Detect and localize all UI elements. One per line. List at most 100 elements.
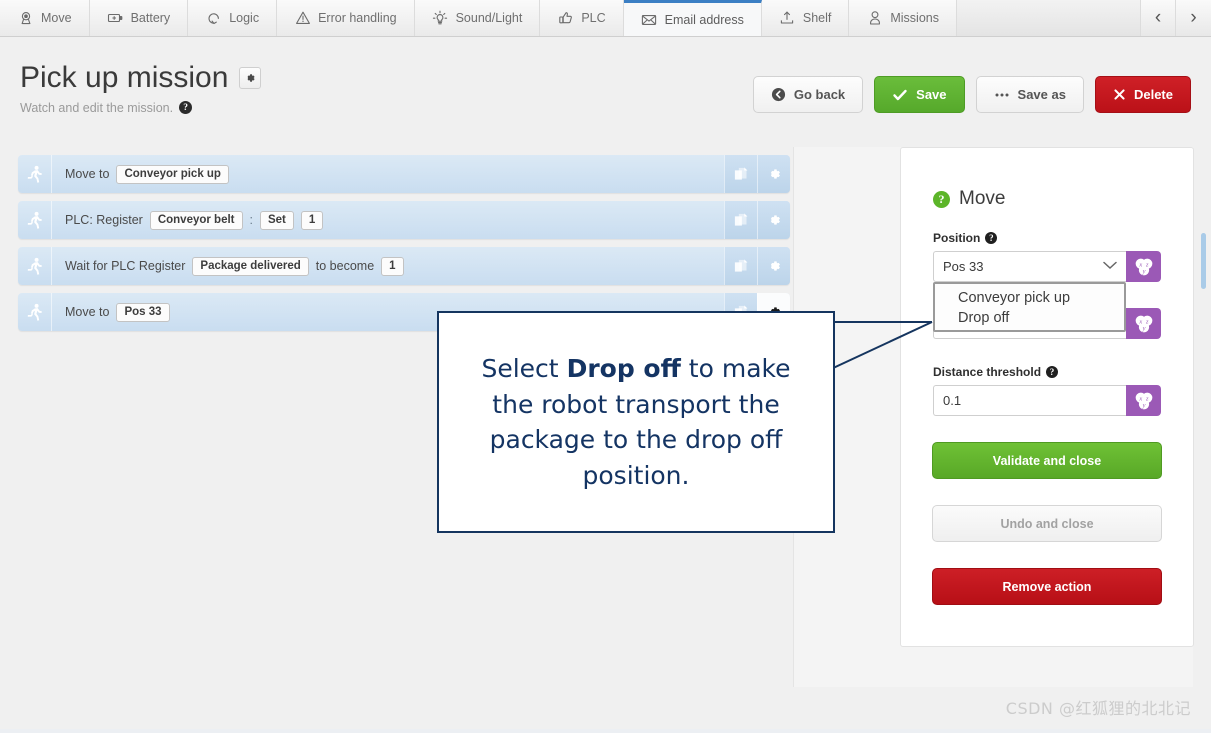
page-title-text: Pick up mission	[20, 61, 229, 94]
distance-threshold-value: 0.1	[943, 393, 962, 408]
validate-and-close-button[interactable]: Validate and close	[932, 442, 1162, 479]
action-text: PLC: Register	[65, 213, 143, 227]
delete-button[interactable]: Delete	[1094, 76, 1191, 113]
tab-label: Email address	[664, 12, 744, 27]
svg-text:z: z	[1144, 318, 1148, 325]
svg-text:y: y	[1141, 401, 1145, 408]
remove-action-button[interactable]: Remove action	[932, 568, 1162, 605]
tab-label: Missions	[890, 11, 939, 25]
tab-label: Shelf	[802, 11, 832, 25]
tab-label: Error handling	[318, 11, 397, 25]
callout-text-bold: Drop off	[566, 354, 681, 383]
action-text: Move to	[65, 305, 110, 319]
duplicate-icon[interactable]	[724, 155, 757, 193]
tabs-next-button[interactable]: ›	[1176, 0, 1211, 36]
action-chip[interactable]: Package delivered	[192, 256, 309, 276]
action-description: Move to Conveyor pick up	[52, 155, 724, 193]
tab-battery[interactable]: Battery	[89, 0, 189, 36]
position-variable-button[interactable]: x z y	[1126, 251, 1161, 282]
tab-sound-light[interactable]: Sound/Light	[414, 0, 541, 36]
action-chip[interactable]: Pos 33	[116, 302, 170, 322]
action-text: Move to	[65, 167, 110, 181]
tab-plc[interactable]: PLC	[540, 0, 624, 36]
distance-threshold-input[interactable]: 0.1	[933, 385, 1126, 416]
svg-text:y: y	[1141, 324, 1145, 331]
position-dropdown-list[interactable]: Conveyor pick up Drop off	[933, 282, 1126, 333]
save-label: Save	[916, 87, 947, 102]
action-separator: :	[249, 213, 253, 227]
callout-text: Select Drop off to make the robot transp…	[465, 351, 807, 493]
panel-title: ? Move	[933, 188, 1193, 210]
field-distance-threshold: Distance threshold ? 0.1 x z y	[933, 365, 1161, 416]
distance-threshold-variable-button[interactable]: x z y	[1126, 385, 1161, 416]
action-text: to become	[315, 259, 375, 273]
tab-error-handling[interactable]: Error handling	[277, 0, 415, 36]
go-back-button[interactable]: Go back	[752, 76, 864, 113]
position-select[interactable]: Pos 33	[933, 251, 1126, 282]
undo-and-close-button[interactable]: Undo and close	[932, 505, 1162, 542]
check-icon	[892, 87, 908, 103]
running-person-icon	[18, 201, 52, 239]
warning-triangle-icon	[294, 10, 311, 27]
duplicate-icon[interactable]	[724, 201, 757, 239]
tab-move[interactable]: Move	[0, 0, 90, 36]
field-distance-threshold-label-text: Distance threshold	[933, 365, 1042, 379]
tab-logic[interactable]: Logic	[188, 0, 278, 36]
tab-label: Logic	[229, 11, 260, 25]
gear-icon[interactable]	[757, 247, 790, 285]
thumbs-up-icon	[557, 10, 574, 27]
panel-title-text: Move	[959, 188, 1006, 209]
running-person-icon	[18, 293, 52, 331]
upload-shelf-icon	[779, 10, 796, 27]
save-as-button[interactable]: Save as	[975, 76, 1084, 113]
app-root: Move Battery Logic Error handling Sound/Ligh…	[0, 0, 1211, 733]
question-mark-icon[interactable]: ?	[179, 101, 193, 114]
gear-icon[interactable]	[239, 66, 262, 89]
action-row[interactable]: PLC: Register Conveyor belt: Set 1	[18, 201, 790, 239]
position-option[interactable]: Drop off	[935, 308, 1124, 328]
person-icon	[866, 10, 883, 27]
action-row[interactable]: Move to Conveyor pick up	[18, 155, 790, 193]
tab-shelf[interactable]: Shelf	[761, 0, 850, 36]
action-row-tools	[724, 155, 790, 193]
gear-icon[interactable]	[757, 201, 790, 239]
ellipsis-icon	[994, 91, 1010, 99]
save-button[interactable]: Save	[874, 76, 965, 113]
action-chip[interactable]: 1	[300, 210, 324, 230]
callout-box: Select Drop off to make the robot transp…	[437, 311, 835, 533]
cross-icon	[1113, 88, 1126, 101]
move-pin-icon	[17, 10, 34, 27]
chevron-down-icon	[1103, 261, 1117, 273]
position-option[interactable]: Conveyor pick up	[935, 288, 1124, 308]
svg-text:y: y	[1141, 267, 1145, 274]
action-description: Wait for PLC Register Package delivered to…	[52, 247, 724, 285]
field-position-label: Position ?	[933, 231, 1161, 245]
tabs-prev-button[interactable]: ‹	[1141, 0, 1176, 36]
tab-missions[interactable]: Missions	[849, 0, 957, 36]
xyz-variable-icon: x z y	[1135, 258, 1152, 275]
running-person-icon	[18, 155, 52, 193]
lamp-icon	[432, 10, 449, 27]
duplicate-icon[interactable]	[724, 247, 757, 285]
green-question-icon[interactable]: ?	[933, 190, 950, 208]
svg-text:z: z	[1144, 395, 1148, 402]
action-description: PLC: Register Conveyor belt: Set 1	[52, 201, 724, 239]
question-mark-icon[interactable]: ?	[1046, 366, 1059, 378]
action-chip[interactable]: Set	[259, 210, 294, 230]
tab-bar-filler	[956, 0, 1141, 36]
tab-label: PLC	[581, 11, 606, 25]
delete-label: Delete	[1133, 87, 1173, 102]
running-person-icon	[18, 247, 52, 285]
page-subtitle-text: Watch and edit the mission.	[20, 100, 174, 115]
secondary-variable-button[interactable]: x z y	[1126, 308, 1161, 339]
action-chip[interactable]: 1	[381, 256, 404, 276]
envelope-icon	[641, 11, 658, 28]
vertical-scrollbar[interactable]	[1201, 233, 1206, 289]
action-chip[interactable]: Conveyor pick up	[116, 164, 229, 184]
action-row[interactable]: Wait for PLC Register Package delivered to…	[18, 247, 790, 285]
field-position-row: Pos 33 x z y	[933, 251, 1161, 282]
action-chip[interactable]: Conveyor belt	[149, 210, 243, 230]
question-mark-icon[interactable]: ?	[985, 232, 998, 244]
tab-email-address[interactable]: Email address	[623, 0, 762, 36]
gear-icon[interactable]	[757, 155, 790, 193]
